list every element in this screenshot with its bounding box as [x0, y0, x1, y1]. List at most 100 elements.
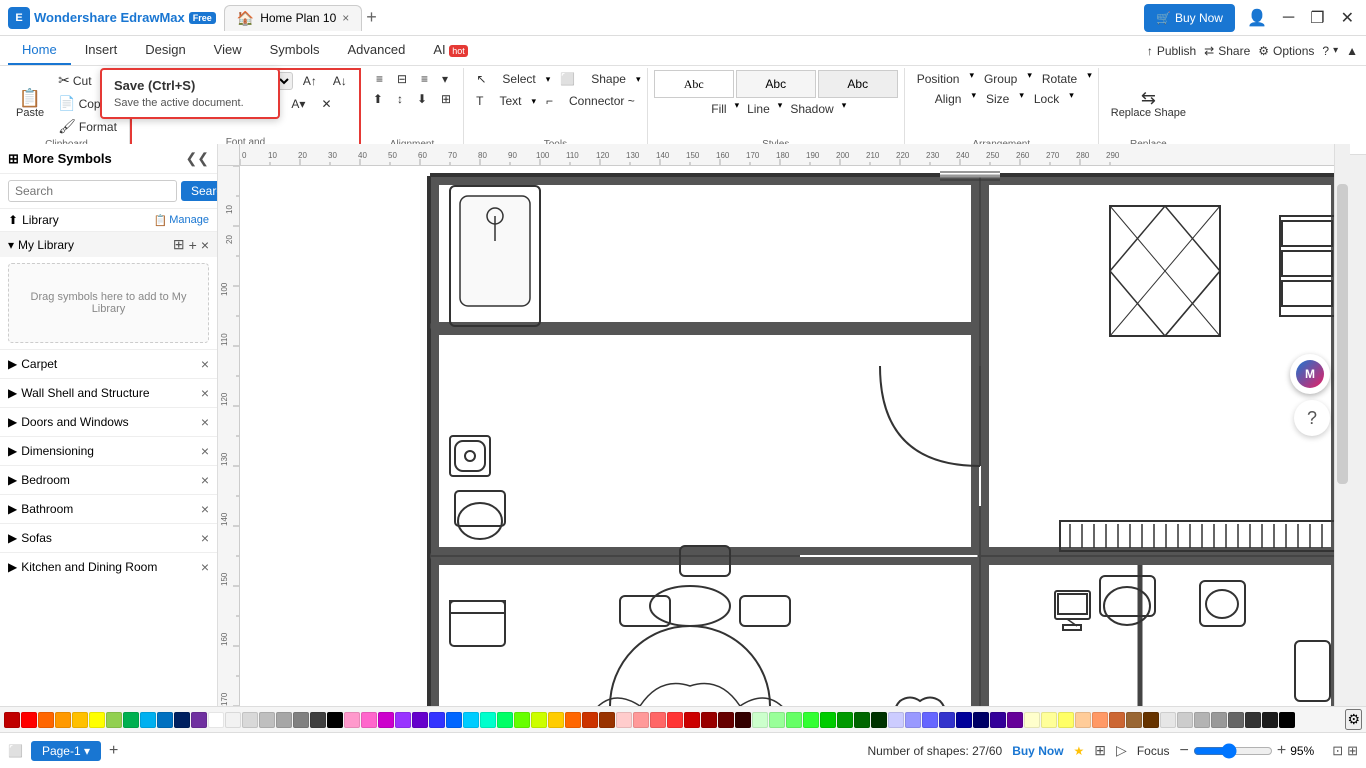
align-dropdown-button[interactable]: ▾ [436, 70, 454, 88]
color-swatch[interactable] [429, 712, 445, 728]
line-button[interactable]: Line [741, 100, 776, 118]
user-profile-button[interactable]: 👤 [1243, 4, 1271, 32]
color-swatch[interactable] [565, 712, 581, 728]
paste-button[interactable]: 📋Paste [10, 87, 50, 121]
select-tool-button[interactable]: ↖ [470, 70, 492, 88]
color-swatch[interactable] [514, 712, 530, 728]
page-tab-active[interactable]: Page-1 ▾ [31, 741, 101, 761]
category-close-dim[interactable]: × [201, 443, 209, 459]
publish-button[interactable]: ↑ Publish [1147, 44, 1196, 58]
color-swatch[interactable] [361, 712, 377, 728]
category-row-kitchen[interactable]: ▶ Kitchen and Dining Room × [0, 552, 217, 581]
color-swatch[interactable] [616, 712, 632, 728]
color-swatch[interactable] [633, 712, 649, 728]
color-swatch[interactable] [225, 712, 241, 728]
color-swatch[interactable] [1177, 712, 1193, 728]
category-row-carpet[interactable]: ▶ Carpet × [0, 349, 217, 378]
color-swatch[interactable] [1075, 712, 1091, 728]
status-play-button[interactable]: ▷ [1116, 742, 1127, 759]
diagram-canvas[interactable] [240, 166, 1350, 732]
color-swatch[interactable] [888, 712, 904, 728]
color-swatch[interactable] [191, 712, 207, 728]
color-swatch[interactable] [106, 712, 122, 728]
share-button[interactable]: ⇄ Share [1204, 44, 1250, 58]
color-swatch[interactable] [1279, 712, 1295, 728]
color-swatch[interactable] [378, 712, 394, 728]
valign-top-button[interactable]: ⬆ [367, 90, 389, 108]
ribbon-tab-symbols[interactable]: Symbols [256, 36, 334, 65]
minimize-button[interactable]: ─ [1279, 4, 1298, 32]
zoom-in-button[interactable]: + [1277, 742, 1286, 760]
color-swatch[interactable] [973, 712, 989, 728]
style-preview-abc-2[interactable]: Abc [736, 70, 816, 98]
category-close-carpet[interactable]: × [201, 356, 209, 372]
replace-shape-button[interactable]: ⇆ Replace Shape [1105, 87, 1192, 121]
color-swatch[interactable] [72, 712, 88, 728]
focus-button[interactable]: Focus [1137, 744, 1170, 758]
new-tab-button[interactable]: + [366, 7, 377, 28]
color-swatch[interactable] [582, 712, 598, 728]
font-color-button[interactable]: A▾ [285, 95, 311, 113]
my-library-close-button[interactable]: × [201, 236, 209, 253]
color-swatch[interactable] [89, 712, 105, 728]
canvas-area[interactable]: 0 10 20 30 40 50 60 70 80 90 1 [218, 144, 1350, 732]
color-swatch[interactable] [769, 712, 785, 728]
decrease-font-button[interactable]: A↓ [327, 72, 353, 90]
color-swatch[interactable] [140, 712, 156, 728]
color-swatch[interactable] [1143, 712, 1159, 728]
color-swatch[interactable] [344, 712, 360, 728]
group-button[interactable]: Group [978, 70, 1023, 88]
color-swatch[interactable] [446, 712, 462, 728]
fit-width-button[interactable]: ⊞ [1347, 743, 1358, 759]
buy-now-status-button[interactable]: Buy Now [1012, 744, 1063, 758]
close-button[interactable]: ✕ [1337, 4, 1358, 32]
buy-now-button[interactable]: 🛒 Buy Now [1144, 4, 1235, 32]
style-preview-abc-1[interactable]: Abc [654, 70, 734, 98]
tab-close-btn[interactable]: × [342, 11, 349, 25]
help-button[interactable]: ? ▾ [1322, 44, 1338, 58]
category-close-bedroom[interactable]: × [201, 472, 209, 488]
category-row-bathroom[interactable]: ▶ Bathroom × [0, 494, 217, 523]
color-swatch[interactable] [157, 712, 173, 728]
color-swatch[interactable] [1092, 712, 1108, 728]
category-row-doors[interactable]: ▶ Doors and Windows × [0, 407, 217, 436]
color-swatch[interactable] [803, 712, 819, 728]
color-swatch[interactable] [905, 712, 921, 728]
search-input[interactable] [8, 180, 177, 202]
color-swatch[interactable] [38, 712, 54, 728]
color-swatch[interactable] [55, 712, 71, 728]
connector-dropdown-button[interactable]: Connector ~ [563, 92, 641, 110]
color-swatch[interactable] [837, 712, 853, 728]
color-swatch[interactable] [1041, 712, 1057, 728]
color-swatch[interactable] [1007, 712, 1023, 728]
color-swatch[interactable] [939, 712, 955, 728]
color-swatch[interactable] [1024, 712, 1040, 728]
color-swatch[interactable] [497, 712, 513, 728]
ribbon-tab-insert[interactable]: Insert [71, 36, 132, 65]
style-preview-abc-3[interactable]: Abc [818, 70, 898, 98]
category-row-bedroom[interactable]: ▶ Bedroom × [0, 465, 217, 494]
my-library-add-button[interactable]: + [189, 236, 197, 253]
align-left-button[interactable]: ≡ [370, 70, 389, 88]
increase-font-button[interactable]: A↑ [297, 72, 323, 90]
category-row-sofas[interactable]: ▶ Sofas × [0, 523, 217, 552]
position-button[interactable]: Position [911, 70, 966, 88]
select-dropdown-button[interactable]: Select [496, 70, 541, 88]
ribbon-tab-view[interactable]: View [200, 36, 256, 65]
color-swatch[interactable] [786, 712, 802, 728]
lock-button[interactable]: Lock [1028, 90, 1065, 108]
align-right-button[interactable]: ≡ [415, 70, 434, 88]
category-row-dimensioning[interactable]: ▶ Dimensioning × [0, 436, 217, 465]
browser-tab-active[interactable]: 🏠 Home Plan 10 × [224, 5, 363, 31]
rotate-button[interactable]: Rotate [1036, 70, 1083, 88]
status-layers-button[interactable]: ⊞ [1094, 742, 1106, 759]
color-swatch[interactable] [1109, 712, 1125, 728]
color-swatch[interactable] [854, 712, 870, 728]
color-swatch[interactable] [990, 712, 1006, 728]
color-swatch[interactable] [1228, 712, 1244, 728]
category-close-doors[interactable]: × [201, 414, 209, 430]
scrollbar-right[interactable] [1334, 144, 1350, 732]
color-swatch[interactable] [752, 712, 768, 728]
color-swatch[interactable] [531, 712, 547, 728]
expand-alignment-button[interactable]: ⊞ [435, 90, 457, 108]
